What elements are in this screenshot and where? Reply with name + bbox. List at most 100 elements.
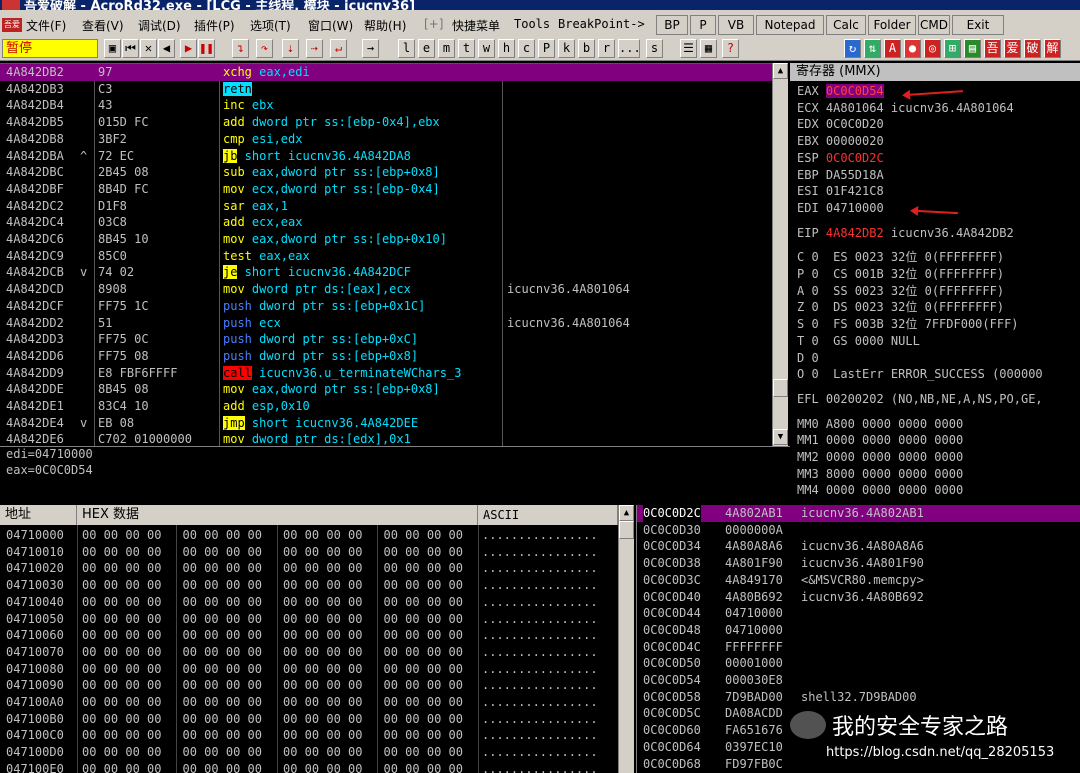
dump-address[interactable]: 04710030	[6, 577, 64, 594]
stack-row[interactable]: 0C0C0D34 4A80A8A6 icucnv36.4A80A8A6	[637, 538, 1080, 555]
menu-view[interactable]: 查看(V)	[82, 17, 124, 34]
mmx-row[interactable]: MM3 8000 0000 0000 0000	[797, 466, 963, 483]
dump-hex-group[interactable]: 00 00 00 00	[82, 677, 161, 694]
dump-hex-group[interactable]: 00 00 00 00	[183, 627, 262, 644]
dump-address[interactable]: 04710090	[6, 677, 64, 694]
log-window-button[interactable]: l	[398, 39, 415, 58]
dump-hex-group[interactable]: 00 00 00 00	[384, 527, 463, 544]
dump-address[interactable]: 047100C0	[6, 727, 64, 744]
dump-hex-group[interactable]: 00 00 00 00	[384, 694, 463, 711]
dump-ascii[interactable]: ................	[482, 711, 598, 728]
flag-row[interactable]: Z 0 DS 0023 32位 0(FFFFFFFF)	[797, 299, 1004, 316]
dump-hex-group[interactable]: 00 00 00 00	[283, 744, 362, 761]
dump-hex-group[interactable]: 00 00 00 00	[183, 527, 262, 544]
cmd-button[interactable]: CMD	[918, 15, 950, 35]
p-button[interactable]: P	[690, 15, 716, 35]
stack-row[interactable]: 0C0C0D30 0000000A	[637, 522, 1080, 539]
flag-row[interactable]: A 0 SS 0023 32位 0(FFFFFFFF)	[797, 283, 1004, 300]
menu-debug[interactable]: 调试(D)	[138, 17, 181, 34]
dump-hex-group[interactable]: 00 00 00 00	[82, 527, 161, 544]
disassembly-pane[interactable]: 4A842DB2 97 xchg eax,edi 4A842DB3 C3 retn 4A…	[0, 63, 772, 446]
dump-hex-group[interactable]: 00 00 00 00	[82, 711, 161, 728]
dump-address[interactable]: 04710020	[6, 560, 64, 577]
breakpoints-window-button[interactable]: b	[578, 39, 595, 58]
disasm-row[interactable]: 4A842DB3 C3 retn	[0, 81, 772, 98]
call-stack-window-button[interactable]: k	[558, 39, 575, 58]
dump-address[interactable]: 04710080	[6, 661, 64, 678]
dump-address[interactable]: 047100E0	[6, 761, 64, 773]
dump-hex-group[interactable]: 00 00 00 00	[384, 577, 463, 594]
trace-over-icon[interactable]: ⇢	[306, 39, 323, 58]
stack-row[interactable]: 0C0C0D2C 4A802AB1 icucnv36.4A802AB1	[637, 505, 1080, 522]
dump-hex-group[interactable]: 00 00 00 00	[283, 594, 362, 611]
dump-hex-group[interactable]: 00 00 00 00	[183, 727, 262, 744]
registers-pane[interactable]: 寄存器 (MMX) EAX 0C0C0D54 ECX 4A801064 icucn…	[790, 63, 1080, 503]
dump-hex-group[interactable]: 00 00 00 00	[283, 761, 362, 773]
cpu-window-button[interactable]: c	[518, 39, 535, 58]
flag-row[interactable]: T 0 GS 0000 NULL	[797, 333, 920, 350]
plugin-e-icon[interactable]: ⊞	[944, 39, 961, 58]
dump-hex-group[interactable]: 00 00 00 00	[283, 661, 362, 678]
dump-address[interactable]: 04710050	[6, 611, 64, 628]
dump-hex-group[interactable]: 00 00 00 00	[183, 677, 262, 694]
dump-ascii[interactable]: ................	[482, 727, 598, 744]
dump-hex-group[interactable]: 00 00 00 00	[183, 577, 262, 594]
register-ecx[interactable]: ECX 4A801064 icucnv36.4A801064	[797, 100, 1014, 117]
menu-file[interactable]: 文件(F)	[26, 17, 66, 34]
dump-hex-group[interactable]: 00 00 00 00	[183, 611, 262, 628]
dump-hex-group[interactable]: 00 00 00 00	[82, 577, 161, 594]
dump-hex-group[interactable]: 00 00 00 00	[82, 594, 161, 611]
dump-hex-group[interactable]: 00 00 00 00	[82, 661, 161, 678]
dump-hex-group[interactable]: 00 00 00 00	[82, 611, 161, 628]
dump-hex-group[interactable]: 00 00 00 00	[283, 627, 362, 644]
run-icon[interactable]: ▶	[180, 39, 197, 58]
dump-hex-group[interactable]: 00 00 00 00	[283, 577, 362, 594]
dump-hex-group[interactable]: 00 00 00 00	[384, 560, 463, 577]
dump-ascii[interactable]: ................	[482, 661, 598, 678]
dump-hex-group[interactable]: 00 00 00 00	[283, 644, 362, 661]
plugin-g-icon[interactable]: 吾	[984, 39, 1001, 58]
dump-ascii[interactable]: ................	[482, 560, 598, 577]
dump-ascii[interactable]: ................	[482, 694, 598, 711]
mmx-row[interactable]: MM2 0000 0000 0000 0000	[797, 449, 963, 466]
dump-hex-group[interactable]: 00 00 00 00	[183, 644, 262, 661]
stack-row[interactable]: 0C0C0D40 4A80B692 icucnv36.4A80B692	[637, 589, 1080, 606]
goto-icon[interactable]: →	[362, 39, 379, 58]
plugin-i-icon[interactable]: 破	[1024, 39, 1041, 58]
stack-row[interactable]: 0C0C0D3C 4A849170 <&MSVCR80.memcpy>	[637, 572, 1080, 589]
windows-window-button[interactable]: w	[478, 39, 495, 58]
run-trace-window-button[interactable]: ...	[618, 39, 641, 58]
menu-options[interactable]: 选项(T)	[250, 17, 291, 34]
disasm-row[interactable]: 4A842DD6 FF75 08 push dword ptr ss:[ebp+0…	[0, 348, 772, 365]
dump-hex-group[interactable]: 00 00 00 00	[283, 544, 362, 561]
plugin-f-icon[interactable]: ▤	[964, 39, 981, 58]
vb-button[interactable]: VB	[718, 15, 754, 35]
disasm-row[interactable]: 4A842DB4 43 inc ebx	[0, 97, 772, 114]
dump-ascii[interactable]: ................	[482, 761, 598, 773]
disasm-row[interactable]: 4A842DBC 2B45 08 sub eax,dword ptr ss:[eb…	[0, 164, 772, 181]
dump-ascii[interactable]: ................	[482, 611, 598, 628]
menu-plugins[interactable]: 插件(P)	[194, 17, 235, 34]
dump-hex-group[interactable]: 00 00 00 00	[283, 677, 362, 694]
disasm-row[interactable]: 4A842DE6 C702 01000000 mov dword ptr ds:[…	[0, 431, 772, 446]
register-esp[interactable]: ESP 0C0C0D2C	[797, 150, 884, 167]
menu-shortcuts[interactable]: 快捷菜单	[452, 17, 500, 34]
disasm-row[interactable]: 4A842DC2 D1F8 sar eax,1	[0, 198, 772, 215]
disasm-row[interactable]: 4A842DE4 v EB 08 jmp short icucnv36.4A842DE…	[0, 415, 772, 432]
scroll-thumb[interactable]	[619, 521, 634, 539]
disasm-row[interactable]: 4A842DDE 8B45 08 mov eax,dword ptr ss:[eb…	[0, 381, 772, 398]
dump-hex-group[interactable]: 00 00 00 00	[183, 711, 262, 728]
dump-address[interactable]: 04710010	[6, 544, 64, 561]
menu-window[interactable]: 窗口(W)	[308, 17, 353, 34]
dump-hex-group[interactable]: 00 00 00 00	[384, 744, 463, 761]
executables-window-button[interactable]: e	[418, 39, 435, 58]
dump-hex-group[interactable]: 00 00 00 00	[82, 761, 161, 773]
flag-row[interactable]: P 0 CS 001B 32位 0(FFFFFFFF)	[797, 266, 1004, 283]
refresh-icon[interactable]: ↻	[844, 39, 861, 58]
dump-hex-group[interactable]: 00 00 00 00	[384, 761, 463, 773]
disasm-row[interactable]: 4A842DCF FF75 1C push dword ptr ss:[ebp+0…	[0, 298, 772, 315]
step-over-icon[interactable]: ↷	[256, 39, 273, 58]
disasm-row[interactable]: 4A842DC9 85C0 test eax,eax	[0, 248, 772, 265]
restart-icon[interactable]: ⏮	[122, 39, 139, 58]
dump-hex-group[interactable]: 00 00 00 00	[183, 661, 262, 678]
